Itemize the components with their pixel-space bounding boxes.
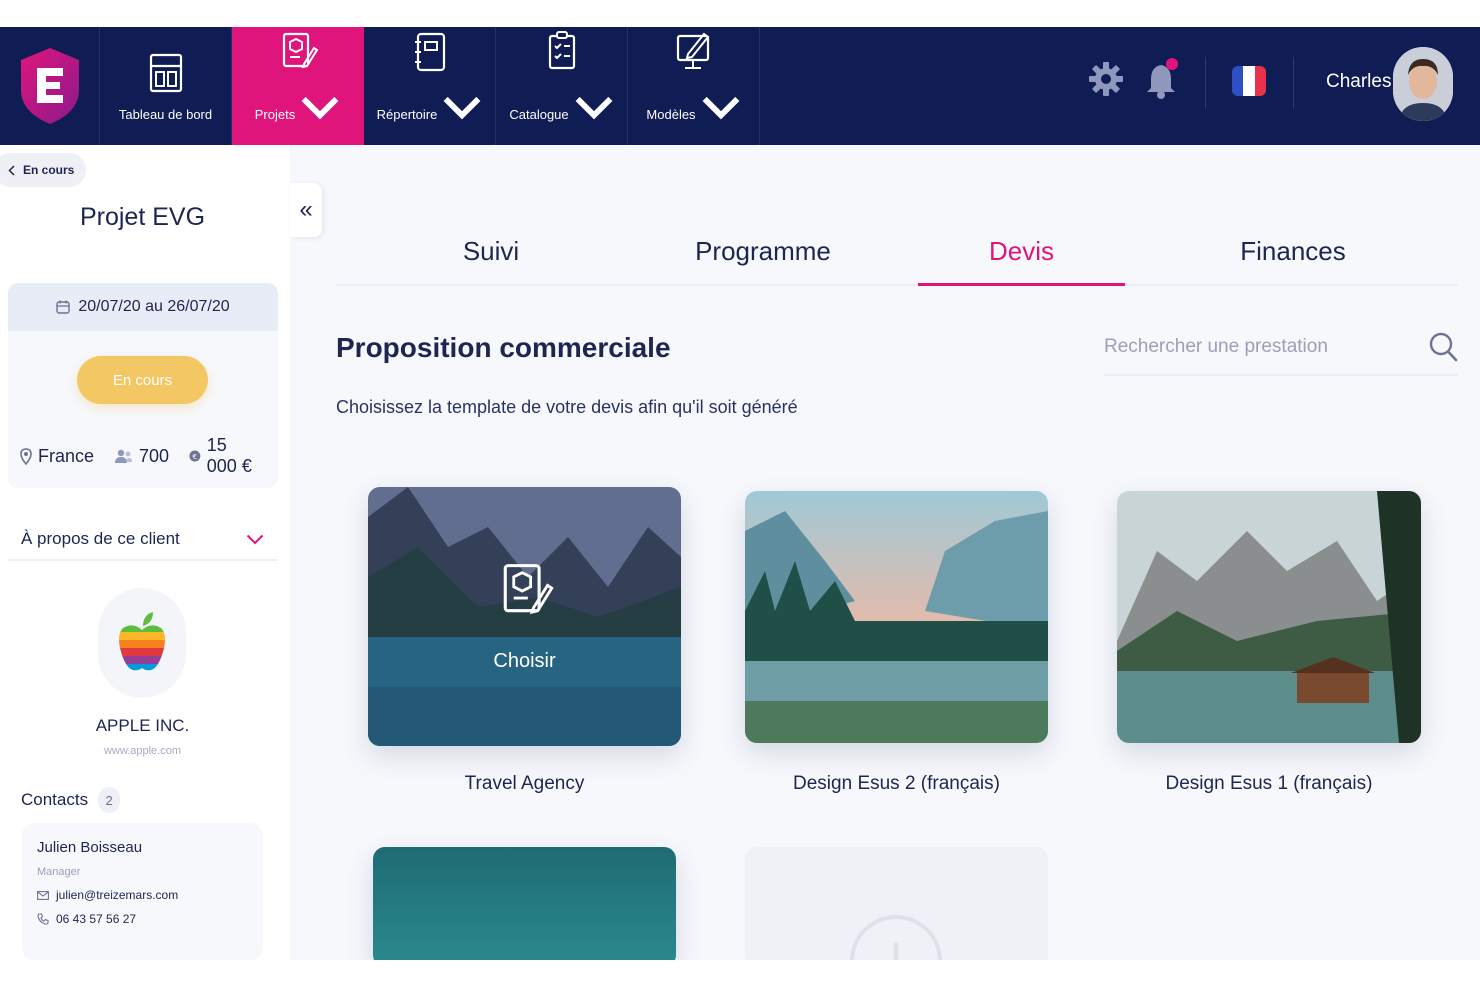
chevron-down-icon <box>702 96 739 120</box>
nav-item-catalogue[interactable]: Catalogue <box>496 27 628 145</box>
nav-label: Modèles <box>646 106 696 122</box>
collapse-sidebar-button[interactable]: « <box>290 183 322 237</box>
section-subtitle: Choisissez la template de votre devis af… <box>336 397 798 417</box>
add-template-icon <box>850 915 942 960</box>
client-logo <box>98 588 186 698</box>
euro-coin-icon: € <box>189 450 201 462</box>
choose-overlay[interactable]: Choisir <box>368 487 681 746</box>
attendees-icon <box>115 449 133 463</box>
template-card-design-esus-2[interactable] <box>745 491 1048 743</box>
settings-gear-icon[interactable] <box>1088 61 1124 97</box>
chevron-down-icon <box>246 534 264 544</box>
search-input[interactable]: Rechercher une prestation <box>1104 336 1328 358</box>
contacts-label: Contacts <box>21 790 89 809</box>
user-avatar[interactable] <box>1393 47 1453 121</box>
chevron-down-icon <box>301 96 339 120</box>
template-name: Design Esus 1 (français) <box>1165 773 1373 794</box>
chevron-down-icon <box>575 96 613 120</box>
projects-icon <box>282 32 318 69</box>
contact-card[interactable]: Julien Boisseau Manager julien@treizemar… <box>22 823 263 960</box>
template-name: Design Esus 2 (français) <box>793 773 1000 794</box>
contacts-header: Contacts 2 <box>21 787 121 813</box>
dashboard-icon <box>149 53 182 92</box>
client-name: APPLE INC. <box>95 716 190 735</box>
project-status-badge[interactable]: En cours <box>77 356 208 404</box>
nav-label: Répertoire <box>376 106 438 122</box>
template-name: Travel Agency <box>464 773 585 794</box>
project-tabs: Suivi Programme Devis Finances <box>336 217 1458 286</box>
attendees-count: 700 <box>139 445 170 466</box>
chevron-left-icon <box>8 164 15 176</box>
nav-item-dashboard[interactable]: Tableau de bord <box>100 27 232 145</box>
project-stats: France 700 € 15 000 € <box>20 435 278 477</box>
tab-programme[interactable]: Programme <box>648 217 878 286</box>
nav-item-directory[interactable]: Répertoire <box>364 27 496 145</box>
phone-icon <box>37 913 49 925</box>
search-bar[interactable]: Rechercher une prestation <box>1104 320 1458 376</box>
brand-logo-icon <box>20 48 79 124</box>
about-client-label: À propos de ce client <box>21 529 180 548</box>
choose-template-icon <box>503 564 554 615</box>
choose-label: Choisir <box>493 650 556 672</box>
add-template-card[interactable] <box>745 847 1048 960</box>
chevron-down-icon <box>443 96 481 120</box>
calendar-icon <box>56 300 71 314</box>
template-card-design-esus-1[interactable] <box>1117 491 1421 743</box>
divider <box>1205 57 1206 109</box>
about-client-toggle[interactable]: À propos de ce client <box>8 519 278 561</box>
section-title: Proposition commerciale <box>336 332 671 363</box>
template-card[interactable] <box>373 847 676 960</box>
catalogue-icon <box>548 31 575 70</box>
app-window: Tableau de bord Projets Répertoire Catal… <box>0 27 1480 960</box>
nav-item-templates[interactable]: Modèles <box>628 27 760 145</box>
project-sidebar: En cours Projet EVG 20/07/20 au 26/07/20… <box>0 145 290 960</box>
top-navigation: Tableau de bord Projets Répertoire Catal… <box>0 27 1480 145</box>
back-button[interactable]: En cours <box>0 153 87 187</box>
notification-bell-icon[interactable] <box>1143 57 1183 101</box>
search-icon[interactable] <box>1428 331 1458 363</box>
apple-logo-icon <box>119 612 165 671</box>
contact-email-row[interactable]: julien@treizemars.com <box>37 888 248 902</box>
templates-icon <box>676 32 709 69</box>
mail-icon <box>37 890 49 900</box>
contact-email: julien@treizemars.com <box>56 888 179 902</box>
nav-label: Tableau de bord <box>118 106 213 122</box>
nav-label: Catalogue <box>509 106 569 122</box>
project-title: Projet EVG <box>79 203 206 231</box>
directory-icon <box>414 32 445 72</box>
divider <box>1293 57 1294 109</box>
avatar-portrait <box>1393 47 1453 121</box>
contacts-count-badge: 2 <box>98 787 121 813</box>
client-website-link[interactable]: www.apple.com <box>0 745 285 757</box>
template-preview-image <box>1117 491 1421 743</box>
template-card-travel-agency[interactable]: Choisir <box>368 487 681 746</box>
logo[interactable] <box>0 27 100 145</box>
contact-name: Julien Boisseau <box>37 839 143 856</box>
nav-label: Projets <box>254 106 296 122</box>
nav-item-projects[interactable]: Projets <box>232 27 364 145</box>
location-pin-icon <box>20 447 32 465</box>
tab-suivi[interactable]: Suivi <box>376 217 606 286</box>
tab-devis[interactable]: Devis <box>918 217 1125 286</box>
tab-finances[interactable]: Finances <box>1178 217 1408 286</box>
project-info-card: 20/07/20 au 26/07/20 En cours France 700… <box>8 283 278 488</box>
budget-amount: 15 000 € <box>206 435 252 476</box>
back-label: En cours <box>23 163 75 177</box>
date-range-text: 20/07/20 au 26/07/20 <box>78 298 230 315</box>
active-tab-indicator <box>918 283 1125 286</box>
contact-phone: 06 43 57 56 27 <box>56 912 137 926</box>
contact-phone-row[interactable]: 06 43 57 56 27 <box>37 912 248 926</box>
language-flag-fr-icon[interactable] <box>1232 66 1266 96</box>
template-preview-image <box>745 491 1048 743</box>
contact-role: Manager <box>37 866 81 878</box>
template-preview-image <box>373 847 676 960</box>
double-chevron-left-icon: « <box>299 196 313 223</box>
location-text: France <box>38 445 95 466</box>
svg-text:€: € <box>193 452 198 461</box>
user-name[interactable]: Charles <box>1326 71 1391 93</box>
date-range: 20/07/20 au 26/07/20 <box>8 283 278 331</box>
